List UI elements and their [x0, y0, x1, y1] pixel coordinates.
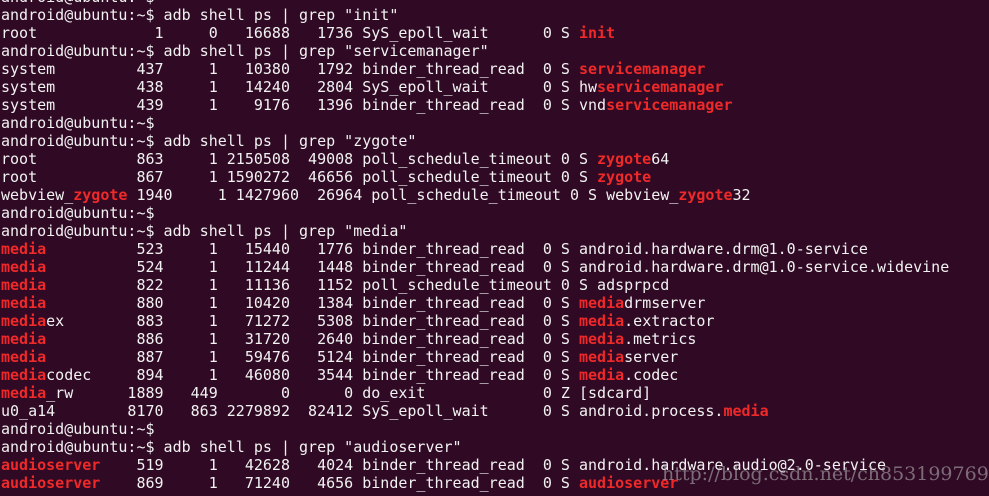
grep-match: zygote: [73, 186, 128, 204]
terminal-text: android@ubuntu:~$: [1, 420, 155, 438]
terminal-line: root 867 1 1590272 46656 poll_schedule_t…: [1, 168, 949, 186]
grep-match: media: [578, 294, 625, 312]
terminal-line: root 863 1 2150508 49008 poll_schedule_t…: [1, 150, 949, 168]
grep-match: audioserver: [1, 456, 101, 474]
terminal-text: android@ubuntu:~$ adb shell ps | grep "i…: [1, 6, 399, 24]
terminal-text: android@ubuntu:~$ adb shell ps | grep "a…: [1, 438, 462, 456]
grep-match: media: [578, 348, 625, 366]
grep-match: media: [1, 294, 47, 312]
terminal-line: media_rw 1889 449 0 0 do_exit 0 Z [sdcar…: [1, 384, 949, 402]
terminal-text: .extractor: [624, 312, 715, 330]
grep-match: servicemanager: [578, 60, 706, 78]
terminal-line: android@ubuntu:~$ adb shell ps | grep "m…: [1, 222, 949, 240]
terminal-text: _rw 1889 449 0 0 do_exit 0 Z [sdcard]: [46, 384, 652, 402]
terminal-text: system 438 1 14240 2804 SyS_epoll_wait 0…: [1, 78, 598, 96]
terminal-line: media 880 1 10420 1384 binder_thread_rea…: [1, 294, 949, 312]
terminal-text: root 863 1 2150508 49008 poll_schedule_t…: [1, 150, 598, 168]
terminal-line: system 437 1 10380 1792 binder_thread_re…: [1, 60, 949, 78]
terminal-text: server: [624, 348, 679, 366]
terminal-line: media 524 1 11244 1448 binder_thread_rea…: [1, 258, 949, 276]
terminal-line: android@ubuntu:~$ adb shell ps | grep "z…: [1, 132, 949, 150]
grep-match: servicemanager: [606, 96, 733, 114]
terminal-text: android@ubuntu:~$ adb shell ps | grep "m…: [1, 222, 408, 240]
grep-match: audioserver: [1, 474, 101, 492]
grep-match: media: [1, 240, 47, 258]
terminal-line: android@ubuntu:~$: [1, 114, 949, 132]
grep-match: media: [1, 312, 47, 330]
terminal-text: 886 1 31720 2640 binder_thread_read 0 S: [46, 330, 579, 348]
terminal-line: system 438 1 14240 2804 SyS_epoll_wait 0…: [1, 78, 949, 96]
grep-match: media: [1, 330, 47, 348]
terminal-text: .metrics: [624, 330, 697, 348]
terminal-text: 523 1 15440 1776 binder_thread_read 0 S …: [46, 240, 868, 258]
terminal-text: root 1 0 16688 1736 SyS_epoll_wait 0 S: [1, 24, 579, 42]
grep-match: media: [1, 348, 47, 366]
terminal-text: android@ubuntu:~$ adb shell ps | grep "s…: [1, 42, 489, 60]
terminal-text: 822 1 11136 1152 poll_schedule_timeout 0…: [46, 276, 670, 294]
grep-match: media: [1, 384, 47, 402]
terminal-text: system 437 1 10380 1792 binder_thread_re…: [1, 60, 579, 78]
terminal-text: 524 1 11244 1448 binder_thread_read 0 S …: [46, 258, 950, 276]
grep-match: media: [578, 330, 625, 348]
grep-match: media: [1, 366, 47, 384]
terminal-text: codec 894 1 46080 3544 binder_thread_rea…: [46, 366, 579, 384]
terminal-line: media 886 1 31720 2640 binder_thread_rea…: [1, 330, 949, 348]
terminal-text: 880 1 10420 1384 binder_thread_read 0 S: [46, 294, 579, 312]
grep-match: zygote: [597, 168, 652, 186]
terminal-line: root 1 0 16688 1736 SyS_epoll_wait 0 S i…: [1, 24, 949, 42]
terminal-line: system 439 1 9176 1396 binder_thread_rea…: [1, 96, 949, 114]
terminal-text: system 439 1 9176 1396 binder_thread_rea…: [1, 96, 607, 114]
terminal-text: 869 1 71240 4656 binder_thread_read 0 S: [100, 474, 579, 492]
terminal-text: u0_a14 8170 863 2279892 82412 SyS_epoll_…: [1, 402, 724, 420]
terminal-text: android@ubuntu:~$: [1, 114, 155, 132]
terminal-text: 887 1 59476 5124 binder_thread_read 0 S: [46, 348, 579, 366]
grep-match: media: [578, 366, 625, 384]
terminal-text: 32: [732, 186, 751, 204]
grep-match: init: [578, 24, 616, 42]
grep-match: media: [723, 402, 769, 420]
terminal-text: ex 883 1 71272 5308 binder_thread_read 0…: [46, 312, 579, 330]
terminal-text: 1940 1 1427960 26964 poll_schedule_timeo…: [127, 186, 679, 204]
terminal-line: android@ubuntu:~$ adb shell ps | grep "s…: [1, 42, 949, 60]
terminal-line: mediacodec 894 1 46080 3544 binder_threa…: [1, 366, 949, 384]
watermark: http://blog.csdn.net/ch853199769: [662, 463, 989, 485]
terminal-line: media 887 1 59476 5124 binder_thread_rea…: [1, 348, 949, 366]
terminal-line: android@ubuntu:~$ adb shell ps | grep "a…: [1, 438, 949, 456]
terminal-text: 64: [651, 150, 670, 168]
grep-match: zygote: [678, 186, 733, 204]
terminal-line: android@ubuntu:~$: [1, 204, 949, 222]
terminal-line: android@ubuntu:~$: [1, 420, 949, 438]
terminal-text: android@ubuntu:~$ adb shell ps | grep "z…: [1, 132, 417, 150]
grep-match: media: [1, 276, 47, 294]
terminal-text: .codec: [624, 366, 679, 384]
grep-match: zygote: [597, 150, 652, 168]
terminal-line: u0_a14 8170 863 2279892 82412 SyS_epoll_…: [1, 402, 949, 420]
terminal-line: mediaex 883 1 71272 5308 binder_thread_r…: [1, 312, 949, 330]
terminal-line: media 822 1 11136 1152 poll_schedule_tim…: [1, 276, 949, 294]
terminal-line: media 523 1 15440 1776 binder_thread_rea…: [1, 240, 949, 258]
terminal-line: android@ubuntu:~$ adb shell ps | grep "i…: [1, 6, 949, 24]
terminal-text: webview_: [1, 186, 74, 204]
terminal-text: root 867 1 1590272 46656 poll_schedule_t…: [1, 168, 598, 186]
terminal-text: android@ubuntu:~$: [1, 204, 155, 222]
grep-match: servicemanager: [597, 78, 724, 96]
terminal-text: drmserver: [624, 294, 706, 312]
grep-match: media: [578, 312, 625, 330]
terminal-line: webview_zygote 1940 1 1427960 26964 poll…: [1, 186, 949, 204]
terminal-output[interactable]: android@ubuntu:~$ android@ubuntu:~$ adb …: [1, 0, 949, 492]
grep-match: media: [1, 258, 47, 276]
